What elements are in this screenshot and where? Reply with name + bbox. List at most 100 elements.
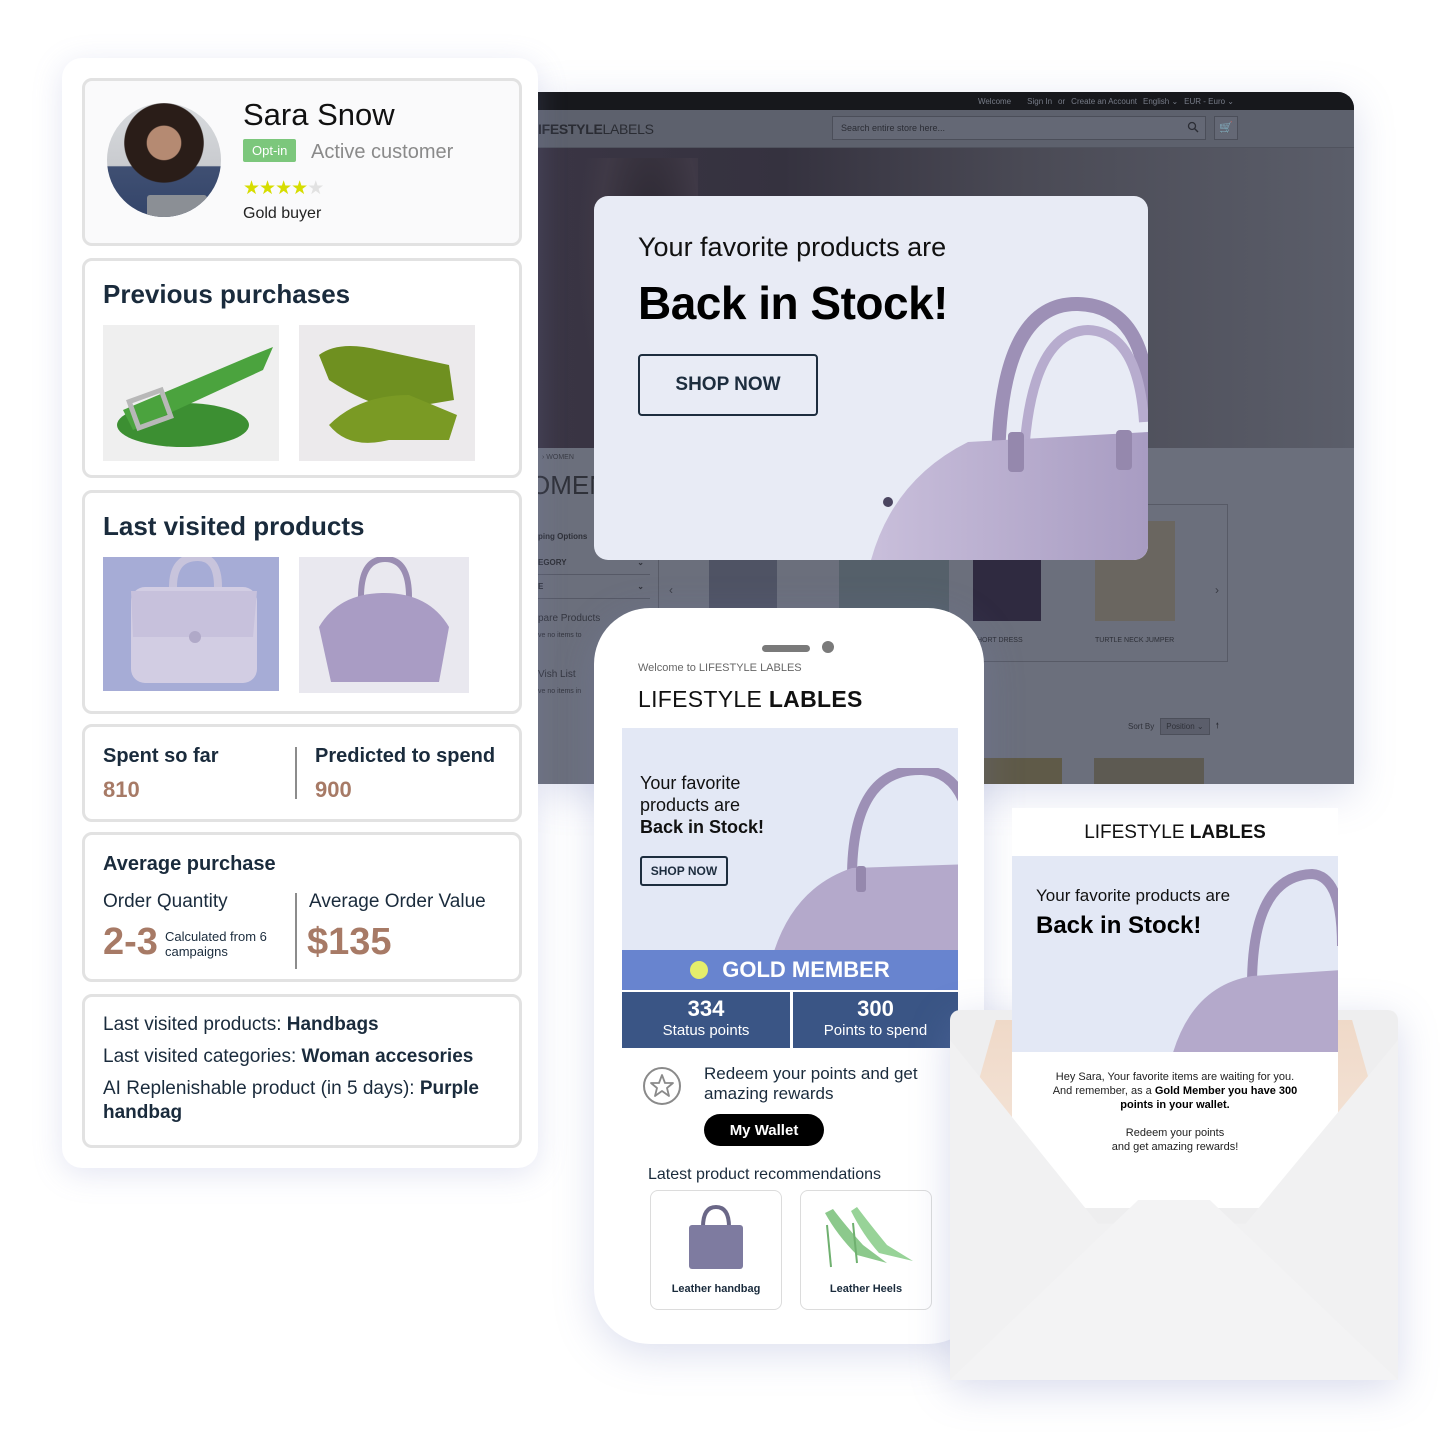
recommendation-card[interactable]: Leather Heels [800, 1190, 932, 1310]
purple-handbag-image [871, 296, 1148, 560]
fact-last-products: Last visited products: Handbags [103, 1013, 501, 1037]
previous-purchases-card: Previous purchases [82, 258, 522, 478]
email-body-line: Hey Sara, Your favorite items are waitin… [1055, 1071, 1295, 1083]
sign-in-link[interactable]: Sign In [1027, 97, 1052, 106]
customer-tier: Gold buyer [243, 205, 322, 222]
leather-handbag-image [689, 1204, 743, 1269]
sort-control: Sort By Position ⌄ 🠕 [1128, 718, 1219, 735]
rating-stars: ★★★★★ [243, 177, 324, 200]
my-wallet-button[interactable]: My Wallet [704, 1114, 824, 1146]
optin-badge: Opt-in [243, 139, 297, 162]
filter-label: EGORY [538, 558, 567, 567]
last-visited-title: Last visited products [103, 511, 365, 541]
order-quantity-note: Calculated from 6 campaigns [165, 929, 267, 959]
redeem-text: Redeem your points and get amazing rewar… [704, 1064, 918, 1103]
gold-dot-icon [690, 961, 709, 979]
fact-label: Last visited categories: [103, 1046, 302, 1067]
aov-value: $135 [307, 921, 392, 963]
chevron-left-icon[interactable]: ‹ [669, 583, 673, 597]
site-logo-light: LABELS [602, 120, 654, 137]
sort-select[interactable]: Position ⌄ [1160, 718, 1210, 735]
cart-icon[interactable]: 🛒 [1214, 116, 1238, 140]
back-in-stock-banner: Your favorite products are Back in Stock… [594, 196, 1148, 560]
phone-camera [822, 641, 834, 653]
email-logo: LIFESTYLE LABLES [1012, 822, 1338, 844]
banner-subtitle: Your favorite products are [638, 232, 947, 262]
language-select[interactable]: English ⌄ [1143, 97, 1178, 106]
sort-label: Sort By [1128, 722, 1155, 731]
hero-line: products are [640, 795, 741, 815]
points-to-spend-tile: 300 Points to spend [793, 992, 958, 1048]
sort-direction-icon[interactable]: 🠕 [1216, 720, 1219, 734]
phone-speaker [762, 645, 810, 652]
purple-handbag-image [774, 768, 958, 950]
filter-second[interactable]: E ⌄ [538, 575, 650, 599]
aov-label: Average Order Value [309, 891, 486, 912]
currency-select[interactable]: EUR - Euro ⌄ [1184, 97, 1234, 106]
email-logo-light: LIFESTYLE [1084, 822, 1190, 843]
filter-label: E [538, 582, 544, 591]
lavender-satchel-image[interactable] [103, 557, 279, 691]
purple-handbag-image [1173, 868, 1338, 1052]
app-logo-bold: LABLES [768, 686, 863, 712]
star-empty-icon: ★ [307, 178, 324, 199]
chevron-right-icon[interactable]: › [1215, 583, 1219, 597]
green-belt-image[interactable] [103, 325, 279, 461]
app-logo: LIFESTYLE LABLES [638, 686, 863, 713]
last-visited-card: Last visited products [82, 490, 522, 714]
carousel-label: TURTLE NECK JUMPER [1095, 637, 1175, 644]
predicted-value: 900 [315, 777, 352, 802]
fact-value: Woman accesories [301, 1046, 474, 1067]
app-hero-banner: Your favorite products are Back in Stock… [622, 728, 958, 950]
email-logo-bold: LABLES [1189, 822, 1266, 843]
gold-member-bar: GOLD MEMBER [622, 950, 958, 990]
product-thumb[interactable] [1094, 758, 1204, 784]
app-welcome-text: Welcome to LIFESTYLE LABLES [638, 662, 802, 674]
star-filled-icon: ★ [243, 178, 260, 199]
search-icon[interactable] [1187, 121, 1199, 133]
search-placeholder: Search entire store here... [841, 123, 946, 133]
fact-last-categories: Last visited categories: Woman accesorie… [103, 1045, 501, 1069]
recommendations-title: Latest product recommendations [648, 1166, 882, 1183]
spend-points-value: 300 [857, 996, 894, 1021]
green-gloves-image[interactable] [299, 325, 475, 461]
spent-label: Spent so far [103, 745, 219, 767]
fact-ai-replenish: AI Replenishable product (in 5 days): Pu… [103, 1077, 501, 1125]
product-thumb[interactable] [978, 758, 1062, 784]
star-reward-icon [643, 1067, 681, 1105]
create-account-link[interactable]: Create an Account [1071, 97, 1137, 106]
site-logo[interactable]: IFESTYLELABELS [538, 121, 654, 137]
recommendation-label: Leather handbag [671, 1283, 761, 1295]
order-quantity-label: Order Quantity [103, 891, 228, 912]
site-header: IFESTYLELABELS Search entire store here.… [538, 110, 1354, 148]
site-topbar: Welcome Sign In or Create an Account Eng… [538, 92, 1354, 110]
star-filled-icon: ★ [259, 178, 276, 199]
app-shop-now-button[interactable]: SHOP NOW [640, 856, 728, 886]
shop-now-button[interactable]: SHOP NOW [638, 354, 818, 416]
status-points-tile: 334 Status points [622, 992, 790, 1048]
purple-handbag-thumb-image[interactable] [299, 557, 469, 693]
breadcrumb[interactable]: › WOMEN [542, 454, 574, 461]
email-mockup: LIFESTYLE LABLES Your favorite products … [1012, 808, 1338, 1208]
mobile-app-mockup: Welcome to LIFESTYLE LABLES LIFESTYLE LA… [594, 608, 984, 1344]
site-search-input[interactable]: Search entire store here... [832, 116, 1206, 140]
site-logo-bold: IFESTYLE [538, 120, 603, 137]
average-purchase-card: Average purchase Order Quantity 2-3 Calc… [82, 832, 522, 982]
status-points-label: Status points [662, 1022, 750, 1039]
member-tier: GOLD MEMBER [722, 957, 890, 982]
welcome-text: Welcome [977, 96, 1012, 106]
avatar [107, 103, 221, 217]
leather-heels-image [825, 1207, 913, 1268]
fact-label: AI Replenishable product (in 5 days): [103, 1078, 420, 1099]
divider [295, 747, 297, 799]
insights-card: Last visited products: Handbags Last vis… [82, 994, 522, 1148]
email-body-line: And remember, as a [1052, 1085, 1155, 1097]
spend-points-label: Points to spend [823, 1022, 928, 1039]
email-body-line: Redeem your points [1125, 1127, 1225, 1139]
star-filled-icon: ★ [275, 178, 292, 199]
recommendation-card[interactable]: Leather handbag [650, 1190, 782, 1310]
star-filled-icon: ★ [291, 178, 308, 199]
or-text: or [1058, 96, 1066, 106]
email-body-line: and get amazing rewards! [1111, 1141, 1239, 1153]
status-points-value: 334 [687, 996, 725, 1021]
